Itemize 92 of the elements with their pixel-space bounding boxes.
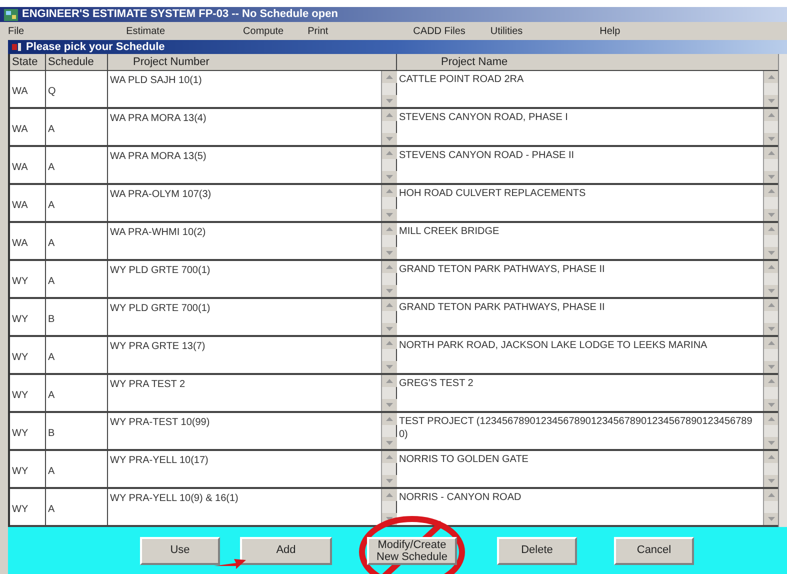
table-cell: WA [10, 147, 46, 183]
table-cell: A [46, 451, 108, 487]
menu-item[interactable]: CADD Files [413, 24, 466, 38]
pointer-arrow-icon [214, 556, 246, 568]
dialog-icon [12, 42, 22, 52]
table-cell: WA [10, 71, 46, 107]
table-cell: B [46, 299, 108, 335]
scroll-arrows[interactable] [381, 71, 396, 107]
text-field[interactable]: WA PRA MORA 13(4) [108, 109, 381, 145]
scroll-arrows[interactable] [381, 337, 396, 373]
text-field[interactable]: GRAND TETON PARK PATHWAYS, PHASE II [397, 299, 763, 335]
text-field[interactable]: WY PRA GRTE 13(7) [108, 337, 381, 373]
add-button[interactable]: Add [240, 536, 332, 564]
text-field[interactable]: GRAND TETON PARK PATHWAYS, PHASE II [397, 261, 763, 297]
table-cell: WY [10, 451, 46, 487]
dialog-button[interactable]: Delete [497, 536, 577, 564]
table-cell: WY [10, 299, 46, 335]
table-cell: A [46, 109, 108, 145]
text-field[interactable]: WA PRA-OLYM 107(3) [108, 185, 381, 221]
text-field[interactable]: GREG'S TEST 2 [397, 375, 763, 411]
text-field[interactable]: WY PLD GRTE 700(1) [108, 299, 381, 335]
text-field[interactable]: WY PRA-YELL 10(17) [108, 451, 381, 487]
menu-item[interactable]: File [8, 24, 24, 38]
column-header: Project Number [108, 54, 397, 70]
text-field[interactable]: WY PRA-YELL 10(9) & 16(1) [108, 489, 381, 525]
dialog-title: Please pick your Schedule [26, 40, 165, 55]
column-header: Project Name [440, 55, 509, 70]
text-field[interactable]: CATTLE POINT ROAD 2RA [397, 71, 763, 107]
scroll-arrows[interactable] [763, 413, 778, 449]
scroll-arrows[interactable] [763, 223, 778, 259]
scroll-arrows[interactable] [381, 147, 396, 183]
table-cell: WY [10, 489, 46, 525]
table-cell: A [46, 223, 108, 259]
table-cell: A [46, 375, 108, 411]
table-cell: A [46, 185, 108, 221]
modify-create-button[interactable]: Modify/Create New Schedule [367, 536, 457, 564]
window-title: ENGINEER'S ESTIMATE SYSTEM FP-03 -- No Schedule open [22, 7, 338, 22]
dialog-button[interactable]: Cancel [614, 536, 694, 564]
scroll-arrows[interactable] [381, 375, 396, 411]
scroll-arrows[interactable] [763, 337, 778, 373]
menu-item[interactable]: Compute [243, 24, 284, 38]
text-field[interactable]: NORTH PARK ROAD, JACKSON LAKE LODGE TO LEEKS MARINA [397, 337, 763, 373]
scroll-arrows[interactable] [763, 451, 778, 487]
text-field[interactable]: WY PRA-TEST 10(99) [108, 413, 381, 449]
text-field[interactable]: STEVENS CANYON ROAD - PHASE II [397, 147, 763, 183]
text-field[interactable]: STEVENS CANYON ROAD, PHASE I [397, 109, 763, 145]
app-icon [4, 8, 18, 20]
text-field[interactable]: NORRIS TO GOLDEN GATE [397, 451, 763, 487]
table-cell: WA [10, 223, 46, 259]
scroll-arrows[interactable] [381, 109, 396, 145]
table-cell: WA [10, 109, 46, 145]
scroll-arrows[interactable] [763, 375, 778, 411]
column-header: State [10, 54, 46, 70]
menu-item[interactable]: Print [308, 24, 328, 38]
table-cell: A [46, 489, 108, 525]
text-field[interactable]: TEST PROJECT (1234567890123456789012345678901234567890123456789 0) [397, 413, 763, 449]
text-field[interactable]: WY PLD GRTE 700(1) [108, 261, 381, 297]
scroll-arrows[interactable] [381, 223, 396, 259]
text-field[interactable]: WY PRA TEST 2 [108, 375, 381, 411]
text-field[interactable]: MILL CREEK BRIDGE [397, 223, 763, 259]
table-cell: WY [10, 337, 46, 373]
text-field[interactable]: WA PLD SAJH 10(1) [108, 71, 381, 107]
scroll-arrows[interactable] [763, 261, 778, 297]
scroll-arrows[interactable] [381, 413, 396, 449]
text-field[interactable]: HOH ROAD CULVERT REPLACEMENTS [397, 185, 763, 221]
text-field[interactable]: WA PRA-WHMI 10(2) [108, 223, 381, 259]
scroll-arrows[interactable] [763, 71, 778, 107]
table-cell: WY [10, 375, 46, 411]
table-cell: WY [10, 413, 46, 449]
scroll-arrows[interactable] [381, 299, 396, 335]
table-cell: WA [10, 185, 46, 221]
scroll-arrows[interactable] [763, 489, 778, 525]
menu-item[interactable]: Utilities [490, 24, 523, 38]
text-field[interactable]: WA PRA MORA 13(5) [108, 147, 381, 183]
scroll-arrows[interactable] [381, 185, 396, 221]
scroll-arrows[interactable] [763, 299, 778, 335]
menu-item[interactable]: Estimate [126, 24, 166, 38]
scroll-arrows[interactable] [381, 261, 396, 297]
table-cell: A [46, 337, 108, 373]
table-cell: A [46, 147, 108, 183]
scroll-arrows[interactable] [763, 109, 778, 145]
dialog-button[interactable]: Use [140, 536, 220, 564]
table-cell: WY [10, 261, 46, 297]
scroll-arrows[interactable] [763, 147, 778, 183]
table-cell: Q [46, 71, 108, 107]
menu-item[interactable]: Help [600, 24, 620, 38]
column-header: Schedule [46, 54, 108, 70]
scroll-arrows[interactable] [381, 451, 396, 487]
table-cell: B [46, 413, 108, 449]
scroll-arrows[interactable] [763, 185, 778, 221]
table-cell: A [46, 261, 108, 297]
text-field[interactable]: NORRIS - CANYON ROAD [397, 489, 763, 525]
